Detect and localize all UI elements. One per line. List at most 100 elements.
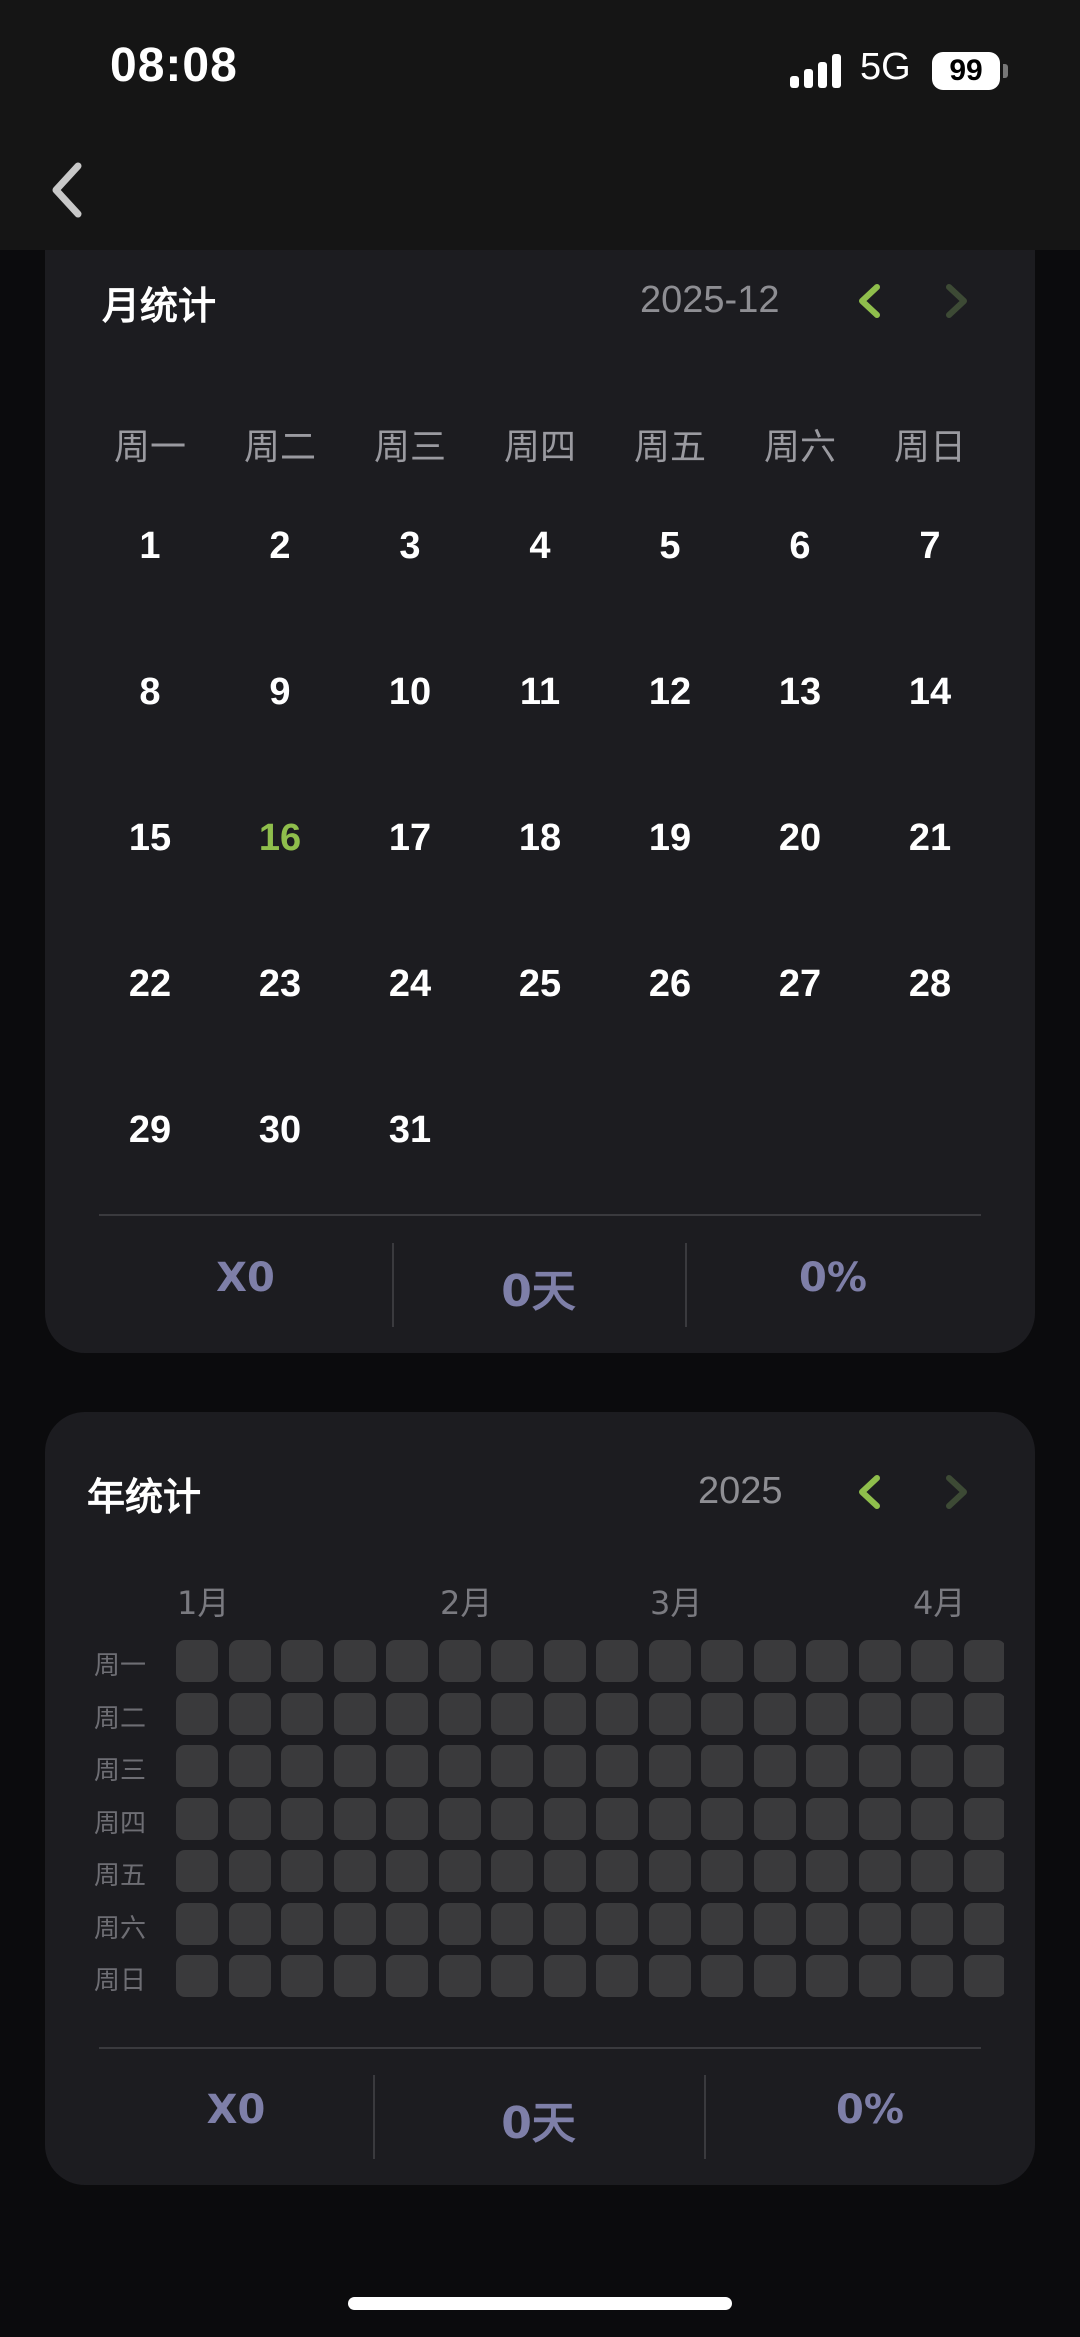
heatmap-cell[interactable] [963,1850,1004,1892]
calendar-day[interactable]: 18 [475,817,605,860]
heatmap-cell[interactable] [491,1745,533,1787]
heatmap-cell[interactable] [858,1692,901,1735]
heatmap-cell[interactable] [491,1955,533,1997]
calendar-day[interactable]: 11 [475,671,605,714]
calendar-day[interactable]: 23 [215,963,345,1006]
heatmap-cell[interactable] [753,1955,796,1997]
heatmap-cell[interactable] [858,1797,901,1840]
year-prev-button[interactable] [850,1467,890,1517]
heatmap-cell[interactable] [911,1850,953,1892]
heatmap-cell[interactable] [543,1955,586,1997]
heatmap-cell[interactable] [701,1640,743,1682]
heatmap-cell[interactable] [491,1692,533,1735]
heatmap-cell[interactable] [963,1955,1004,1997]
heatmap-cell[interactable] [858,1640,901,1682]
calendar-day[interactable]: 24 [345,963,475,1006]
heatmap-cell[interactable] [596,1640,638,1682]
calendar-day[interactable]: 7 [865,525,995,568]
heatmap-cell[interactable] [963,1692,1004,1735]
heatmap-cell[interactable] [911,1640,953,1682]
heatmap-cell[interactable] [753,1745,796,1787]
calendar-day[interactable]: 17 [345,817,475,860]
heatmap-cell[interactable] [596,1692,638,1735]
heatmap-cell[interactable] [648,1850,691,1892]
heatmap-cell[interactable] [386,1850,428,1892]
heatmap-cell[interactable] [438,1955,481,1997]
calendar-day[interactable]: 3 [345,525,475,568]
heatmap-cell[interactable] [281,1955,323,1997]
calendar-day[interactable]: 5 [605,525,735,568]
heatmap-cell[interactable] [228,1745,271,1787]
heatmap-cell[interactable] [858,1745,901,1787]
heatmap-cell[interactable] [386,1955,428,1997]
heatmap-cell[interactable] [543,1640,586,1682]
calendar-day[interactable]: 27 [735,963,865,1006]
calendar-day[interactable]: 29 [85,1109,215,1152]
heatmap-cell[interactable] [543,1797,586,1840]
calendar-day[interactable]: 6 [735,525,865,568]
heatmap-cell[interactable] [701,1902,743,1945]
heatmap-cell[interactable] [438,1692,481,1735]
heatmap-cell[interactable] [858,1955,901,1997]
heatmap-cell[interactable] [596,1745,638,1787]
heatmap-cell[interactable] [701,1692,743,1735]
heatmap-cell[interactable] [753,1692,796,1735]
heatmap-cell[interactable] [281,1850,323,1892]
month-next-button[interactable] [936,276,976,326]
heatmap-cell[interactable] [648,1640,691,1682]
heatmap-cell[interactable] [806,1955,848,1997]
calendar-day[interactable]: 21 [865,817,995,860]
heatmap-cell[interactable] [753,1640,796,1682]
calendar-day[interactable]: 2 [215,525,345,568]
heatmap-cell[interactable] [386,1745,428,1787]
heatmap-cell[interactable] [701,1955,743,1997]
calendar-day[interactable]: 8 [85,671,215,714]
heatmap-cell[interactable] [543,1692,586,1735]
heatmap-cell[interactable] [176,1955,218,1997]
heatmap-cell[interactable] [438,1640,481,1682]
heatmap-cell[interactable] [858,1902,901,1945]
heatmap-cell[interactable] [176,1797,218,1840]
heatmap-cell[interactable] [386,1797,428,1840]
heatmap-cell[interactable] [333,1745,376,1787]
heatmap-cell[interactable] [753,1850,796,1892]
heatmap-cell[interactable] [228,1640,271,1682]
heatmap-cell[interactable] [281,1902,323,1945]
heatmap-cell[interactable] [858,1850,901,1892]
home-indicator[interactable] [348,2297,732,2310]
heatmap-cell[interactable] [963,1902,1004,1945]
heatmap-cell[interactable] [648,1692,691,1735]
heatmap-cell[interactable] [333,1955,376,1997]
calendar-day[interactable]: 20 [735,817,865,860]
calendar-day[interactable]: 26 [605,963,735,1006]
calendar-day[interactable]: 25 [475,963,605,1006]
heatmap-cell[interactable] [911,1955,953,1997]
heatmap-cell[interactable] [333,1850,376,1892]
heatmap-cell[interactable] [648,1955,691,1997]
heatmap-cell[interactable] [438,1745,481,1787]
heatmap-cell[interactable] [438,1850,481,1892]
calendar-day[interactable]: 12 [605,671,735,714]
calendar-day[interactable]: 9 [215,671,345,714]
heatmap-cell[interactable] [911,1797,953,1840]
heatmap-cell[interactable] [176,1745,218,1787]
heatmap-cell[interactable] [438,1902,481,1945]
heatmap-cell[interactable] [386,1640,428,1682]
calendar-day[interactable]: 14 [865,671,995,714]
heatmap-cell[interactable] [228,1692,271,1735]
heatmap-cell[interactable] [281,1640,323,1682]
heatmap-cell[interactable] [911,1902,953,1945]
heatmap-cell[interactable] [281,1797,323,1840]
calendar-day[interactable]: 4 [475,525,605,568]
heatmap-cell[interactable] [806,1902,848,1945]
heatmap-cell[interactable] [281,1692,323,1735]
heatmap-cell[interactable] [333,1902,376,1945]
heatmap-cell[interactable] [176,1902,218,1945]
heatmap-cell[interactable] [333,1640,376,1682]
calendar-day[interactable]: 30 [215,1109,345,1152]
heatmap-cell[interactable] [176,1850,218,1892]
heatmap-cell[interactable] [596,1902,638,1945]
heatmap-cell[interactable] [701,1850,743,1892]
heatmap-cell[interactable] [491,1797,533,1840]
heatmap-cell[interactable] [806,1640,848,1682]
